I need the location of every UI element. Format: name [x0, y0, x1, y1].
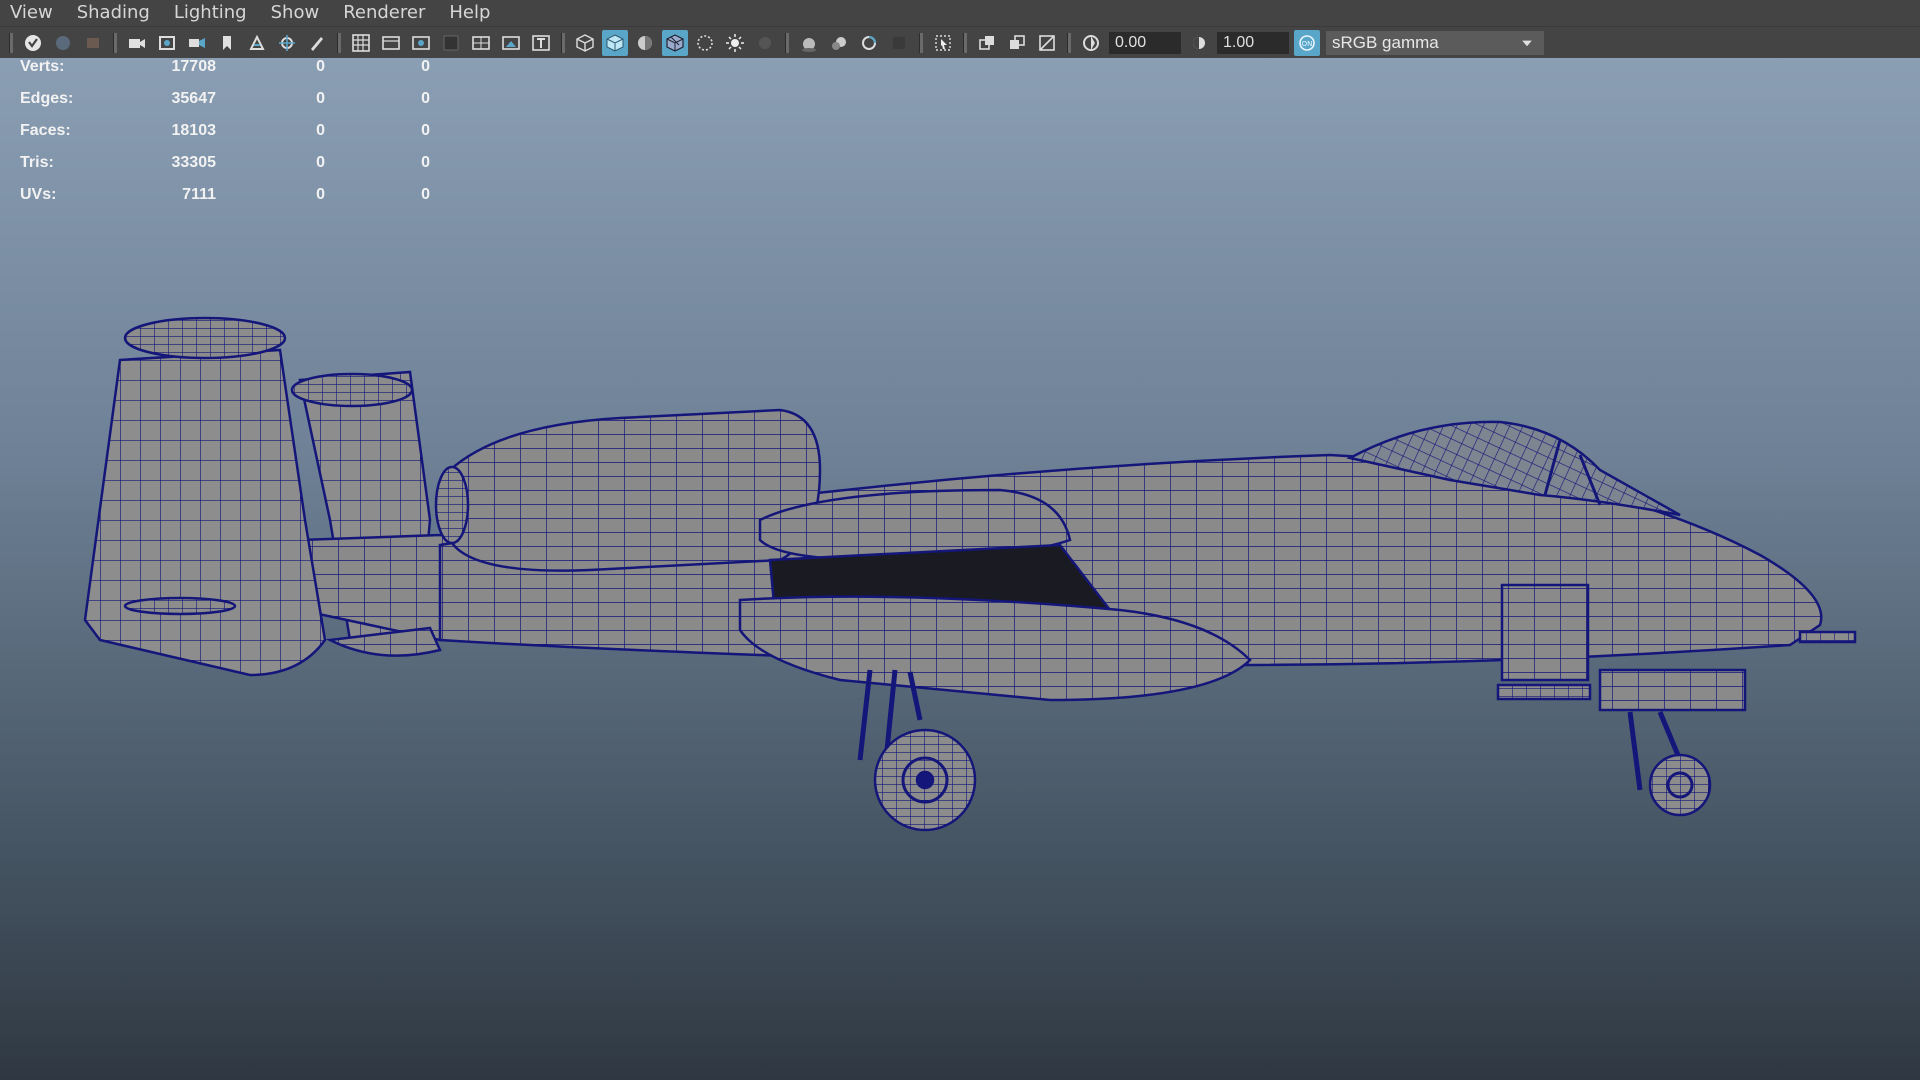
- aircraft-wireframe: [83, 316, 1857, 832]
- viewport-aircraft-model[interactable]: [0, 0, 1920, 1080]
